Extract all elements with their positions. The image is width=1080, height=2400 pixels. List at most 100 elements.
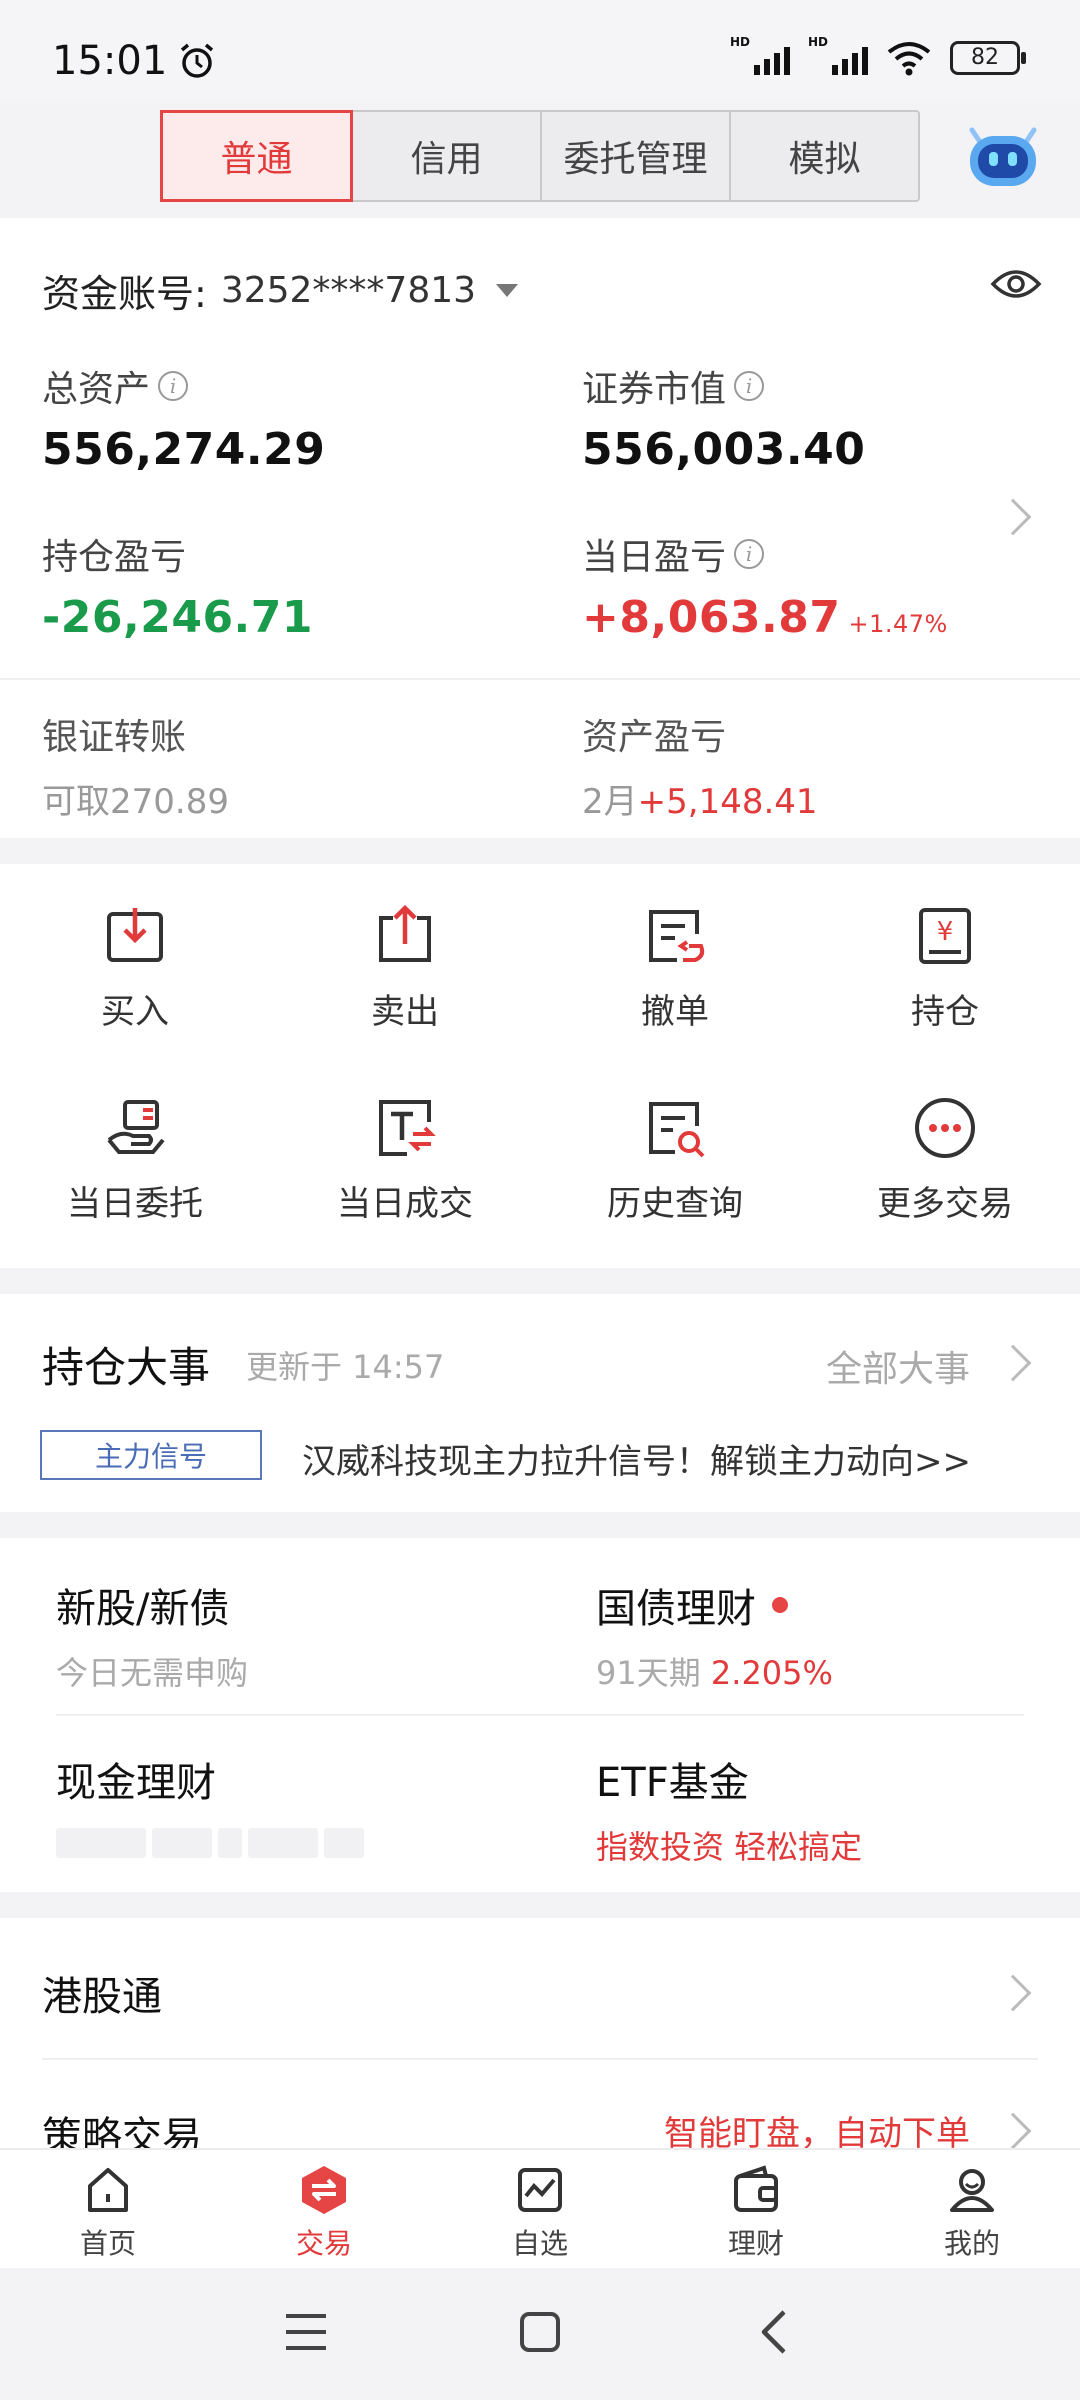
product-ipo-title: 新股/新债 [56,1586,230,1632]
info-icon[interactable]: i [734,539,765,569]
chevron-right-icon[interactable] [994,498,1032,536]
bank-transfer[interactable]: 银证转账 可取270.89 [42,708,229,823]
action-label: 持仓 [911,992,979,1032]
tab-credit[interactable]: 信用 [353,112,542,200]
total-assets: 总资产 i 556,274.29 [42,360,325,475]
tab-order-manage[interactable]: 委托管理 [542,112,731,200]
clock-text: 15:01 [52,38,168,84]
sell-icon [379,904,431,962]
account-label: 资金账号: [42,272,207,316]
blurred-placeholder [56,1828,364,1858]
status-bar: 15:01 HD HD 82 [0,0,1080,100]
total-assets-value: 556,274.29 [42,424,326,475]
market-value: 证券市值 i 556,003.40 [582,360,865,475]
nav-label: 首页 [79,2227,136,2260]
chart-icon [518,2168,562,2212]
nav-wealth[interactable]: 理财 [648,2164,864,2262]
action-buy[interactable]: 买入 [0,904,270,1033]
product-etf-title: ETF基金 [596,1760,749,1806]
product-etf[interactable]: ETF基金 指数投资 轻松搞定 [596,1750,862,1868]
menu-icon[interactable] [284,2312,328,2352]
asset-pl[interactable]: 资产盈亏 2月+5,148.41 [582,708,818,823]
nav-label: 理财 [727,2227,784,2260]
list-item-hk-connect[interactable]: 港股通 [42,1964,162,2022]
wallet-icon [734,2165,778,2212]
bottom-nav: 首页 交易 自选 理财 我的 [0,2148,1080,2268]
nav-trade[interactable]: 交易 [216,2164,432,2262]
today-pl: 当日盈亏 i +8,063.87 +1.47% [582,528,948,643]
eye-icon[interactable] [990,266,1042,302]
main-signal-tag: 主力信号 [40,1430,262,1480]
product-bond-rate: 2.205% [710,1654,833,1692]
tab-simulate[interactable]: 模拟 [731,112,918,200]
event-headline[interactable]: 汉威科技现主力拉升信号！解锁主力动向>> [302,1434,971,1483]
today-order-icon [107,1100,165,1154]
history-search-icon [649,1102,705,1158]
product-bond-term: 91天期 [596,1654,701,1692]
all-events-link[interactable]: 全部大事 [826,1340,970,1392]
list-card: 港股通 策略交易 智能盯盘，自动下单 [0,1918,1080,2160]
user-icon [950,2169,994,2212]
cancel-order-icon [649,910,705,962]
nav-home[interactable]: 首页 [0,2164,216,2262]
tab-normal[interactable]: 普通 [160,110,353,202]
action-label: 买入 [101,992,169,1032]
holdings-icon: ¥ [919,908,971,964]
system-nav-bar [0,2268,1080,2400]
info-icon[interactable]: i [158,371,189,401]
action-more[interactable]: 更多交易 [810,1096,1080,1225]
action-today-deals[interactable]: 当日成交 [270,1096,540,1225]
nav-mine[interactable]: 我的 [864,2164,1080,2262]
position-pl-label: 持仓盈亏 [42,537,187,578]
action-cancel-order[interactable]: 撤单 [540,904,810,1033]
product-cash[interactable]: 现金理财 [56,1750,364,1858]
action-holdings[interactable]: ¥ 持仓 [810,904,1080,1033]
position-pl: 持仓盈亏 -26,246.71 [42,528,313,643]
position-pl-value: -26,246.71 [42,592,313,643]
bank-transfer-available: 可取270.89 [42,782,229,822]
nav-label: 自选 [511,2227,568,2260]
nav-label: 交易 [295,2227,352,2260]
back-icon[interactable] [756,2308,792,2356]
events-updated-time: 更新于 14:57 [246,1348,445,1386]
account-number: 3252****7813 [220,270,477,311]
divider [56,1714,1024,1716]
trade-mode-tabs: 普通 信用 委托管理 模拟 [160,110,920,202]
account-card: 资金账号: 3252****7813 总资产 i 556,274.29 证券市值 i… [0,218,1080,838]
chevron-right-icon[interactable] [994,1974,1032,2012]
red-dot-badge [772,1597,788,1613]
today-deal-icon [379,1100,436,1156]
home-square-icon[interactable] [518,2310,562,2354]
bank-transfer-label: 银证转账 [42,717,187,758]
total-assets-label: 总资产 [42,369,151,410]
action-label: 更多交易 [877,1184,1013,1224]
action-history[interactable]: 历史查询 [540,1096,810,1225]
chevron-right-icon[interactable] [994,1344,1032,1382]
chevron-right-icon[interactable] [994,2112,1032,2150]
status-time: 15:01 [52,38,217,84]
market-value-value: 556,003.40 [582,424,866,475]
product-etf-sub: 指数投资 轻松搞定 [596,1828,863,1866]
battery-icon: 82 [950,41,1026,75]
action-today-orders[interactable]: 当日委托 [0,1096,270,1225]
action-sell[interactable]: 卖出 [270,904,540,1033]
today-pl-label: 当日盈亏 [582,537,727,578]
events-title: 持仓大事 [42,1343,211,1392]
info-icon[interactable]: i [734,371,765,401]
trade-icon [302,2166,346,2214]
account-selector[interactable]: 资金账号: 3252****7813 [42,263,519,318]
product-ipo-sub: 今日无需申购 [56,1654,249,1692]
product-bond[interactable]: 国债理财 91天期 2.205% [596,1576,833,1694]
products-card: 新股/新债 今日无需申购 国债理财 91天期 2.205% 现金理财 ETF基金… [0,1538,1080,1892]
robot-assistant-icon[interactable] [962,122,1044,188]
more-icon [915,1098,975,1158]
today-pl-pct: +1.47% [848,610,948,638]
trade-actions-grid: 买入 卖出 撤单 ¥ 持仓 当日委托 当日成交 历史查询 更多交易 [0,864,1080,1268]
action-label: 历史查询 [607,1184,743,1224]
nav-watchlist[interactable]: 自选 [432,2164,648,2262]
divider [42,2058,1038,2060]
wifi-icon [887,42,931,76]
market-value-label: 证券市值 [582,369,727,410]
alarm-icon [181,43,214,78]
product-ipo[interactable]: 新股/新债 今日无需申购 [56,1576,248,1694]
